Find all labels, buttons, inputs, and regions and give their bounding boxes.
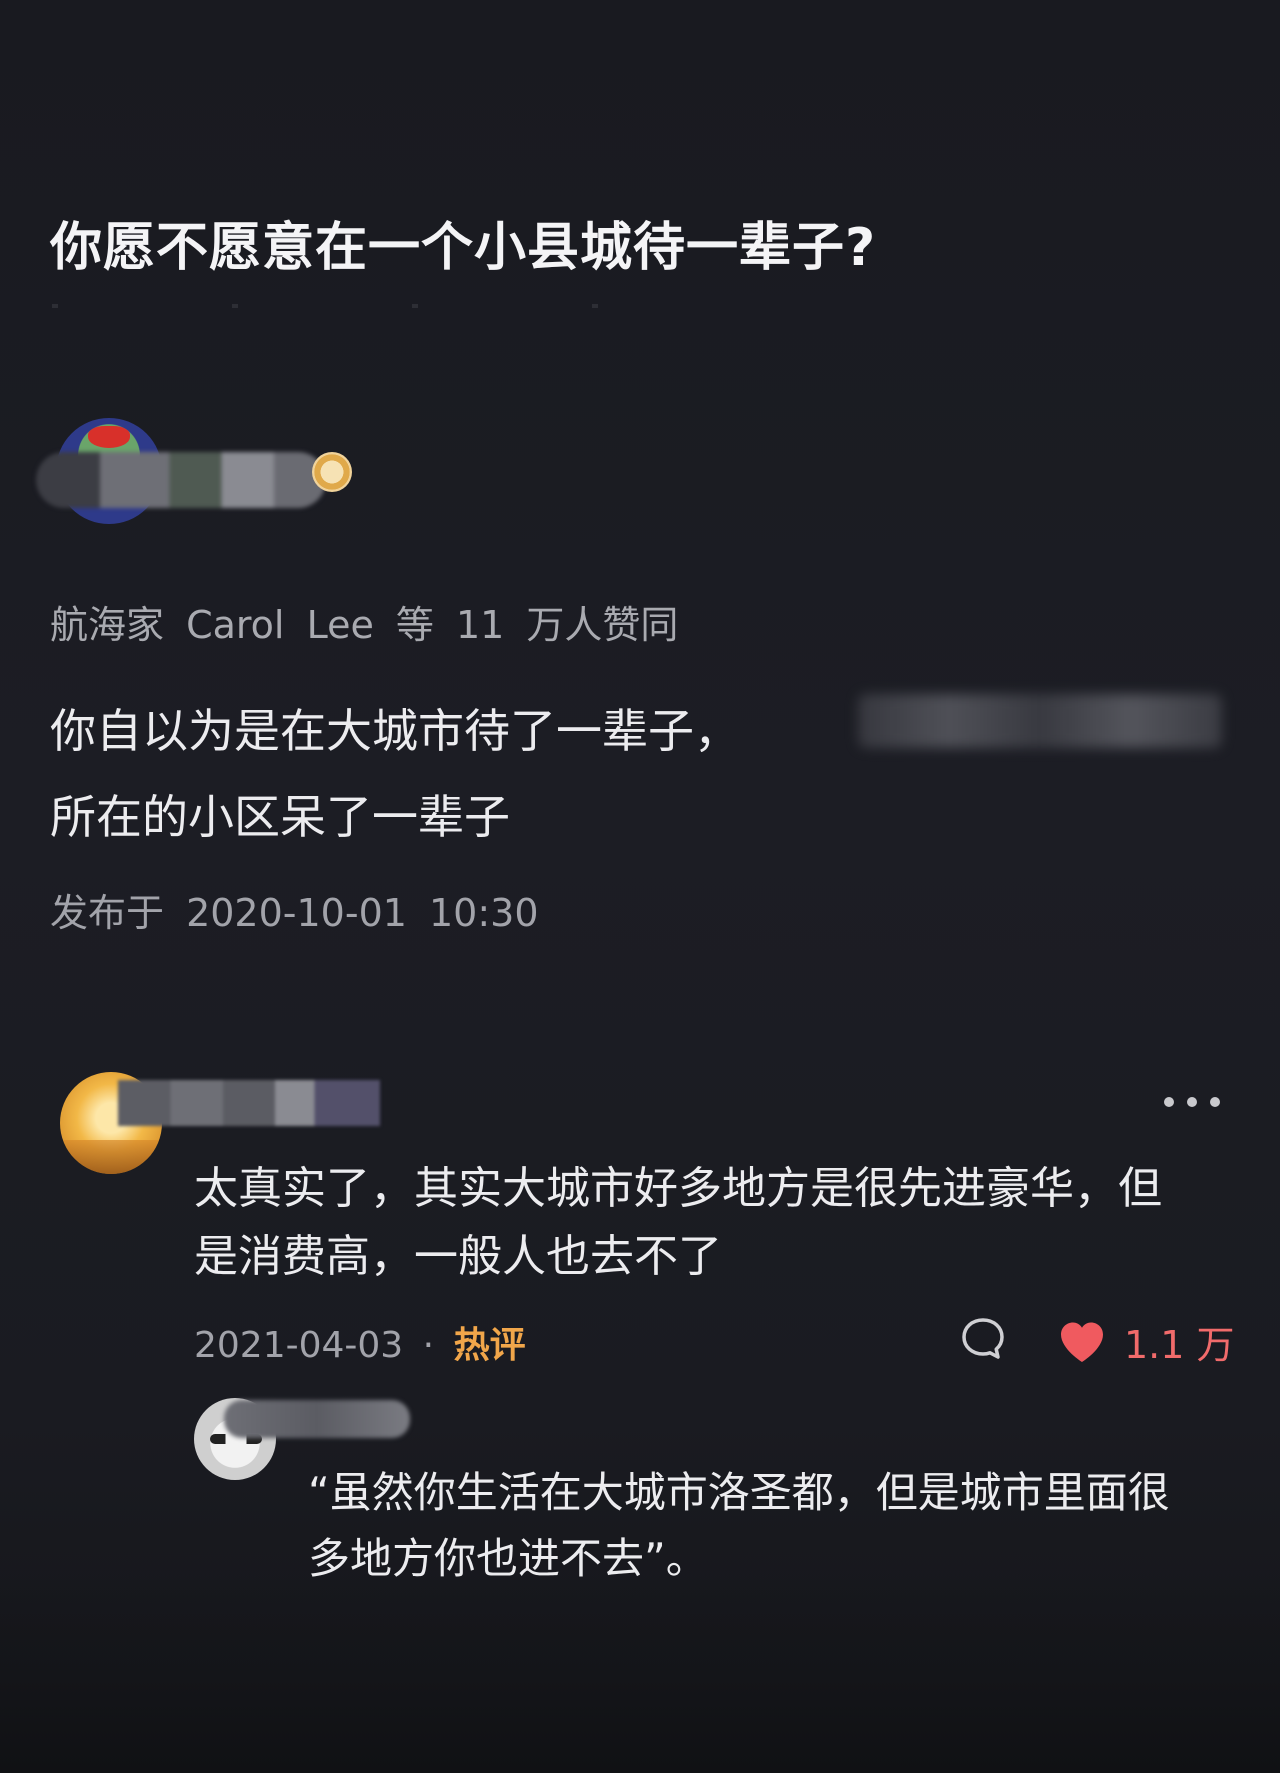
publish-timestamp: 发布于 2020-10-01 10:30 bbox=[50, 891, 539, 935]
like-button[interactable]: 1.1 万 bbox=[1058, 1314, 1235, 1369]
heart-icon bbox=[1061, 1322, 1103, 1362]
answer-author-name-redacted[interactable] bbox=[36, 452, 326, 508]
more-dots-icon[interactable] bbox=[1164, 1092, 1220, 1112]
answer-text-redacted bbox=[858, 694, 1222, 748]
bottom-fade bbox=[0, 1580, 1280, 1773]
comment-line: 是消费高，一般人也去不了 bbox=[194, 1231, 722, 1282]
comment-bubble-icon[interactable] bbox=[960, 1316, 1006, 1362]
reply-body: “虽然你生活在大城市洛圣都，但是城市里面很 多地方你也进不去”。 bbox=[308, 1460, 1228, 1592]
comment-body: 太真实了，其实大城市好多地方是很先进豪华，但 是消费高，一般人也去不了 bbox=[194, 1155, 1224, 1291]
reply-author-name-redacted[interactable] bbox=[224, 1400, 410, 1438]
like-count: 1.1 万 bbox=[1124, 1323, 1235, 1367]
comment-date: 2021-04-03 bbox=[194, 1325, 404, 1366]
comment-line: 太真实了，其实大城市好多地方是很先进豪华，但 bbox=[194, 1163, 1162, 1214]
meta-separator: · bbox=[422, 1325, 435, 1366]
title-divider bbox=[52, 304, 672, 308]
comment-meta: 2021-04-03 · 热评 bbox=[194, 1316, 526, 1368]
answer-body: 你自以为是在大城市待了一辈子， 所在的小区呆了一辈子 bbox=[50, 688, 870, 860]
hot-comment-badge: 热评 bbox=[453, 1325, 526, 1366]
commenter-name-redacted[interactable] bbox=[118, 1080, 380, 1126]
reply-line: “虽然你生活在大城市洛圣都，但是城市里面很 bbox=[308, 1468, 1170, 1517]
approval-summary[interactable]: 航海家 Carol Lee 等 11 万人赞同 bbox=[50, 594, 678, 649]
answer-line: 你自以为是在大城市待了一辈子， bbox=[50, 704, 740, 758]
question-title: 你愿不愿意在一个小县城待一辈子? bbox=[50, 218, 877, 278]
author-badge-icon bbox=[312, 452, 352, 492]
answer-line: 所在的小区呆了一辈子 bbox=[50, 790, 510, 844]
